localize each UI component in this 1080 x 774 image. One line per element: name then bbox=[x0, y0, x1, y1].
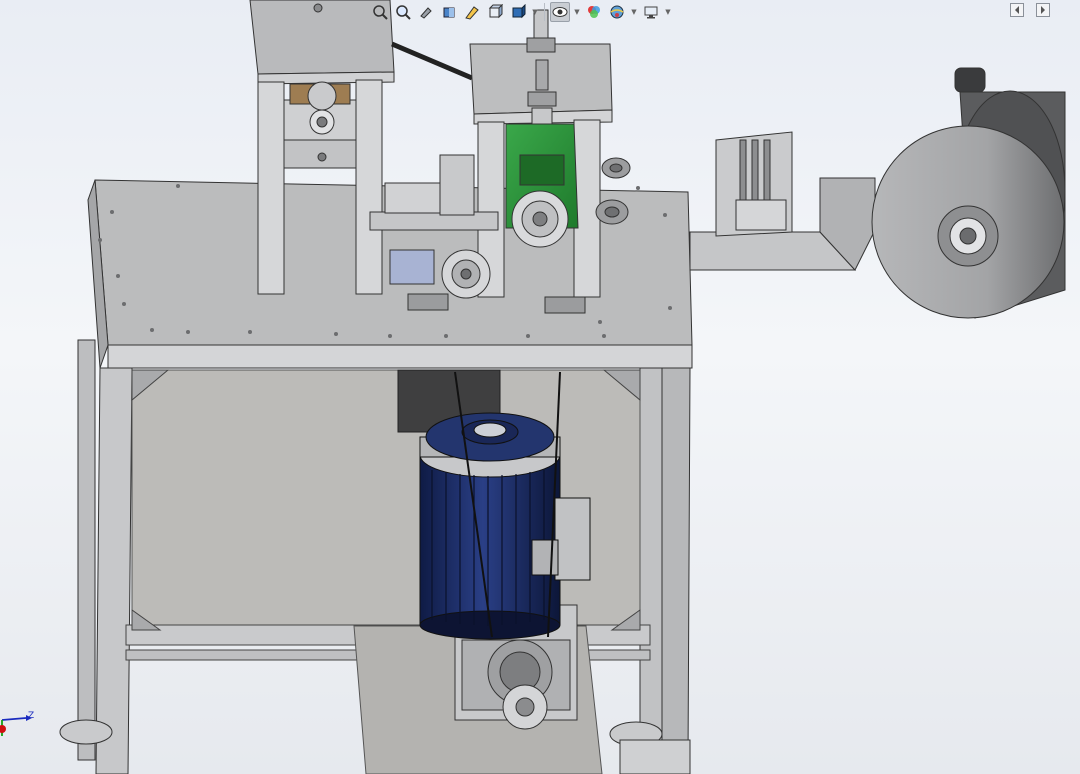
upper-link-belt bbox=[391, 41, 473, 81]
view-settings-icon[interactable] bbox=[641, 2, 661, 22]
collapse-pane-icon[interactable] bbox=[1010, 3, 1024, 17]
heads-up-view-toolbar: ▼ ▼ ▼ ▼ bbox=[370, 0, 672, 24]
reference-triad-icon bbox=[0, 715, 32, 736]
graphics-area[interactable]: ▼ ▼ ▼ ▼ Z bbox=[0, 0, 1080, 774]
display-style-dropdown-icon[interactable]: ▼ bbox=[531, 2, 539, 22]
hide-show-items-icon[interactable] bbox=[550, 2, 570, 22]
zoom-to-fit-icon[interactable] bbox=[370, 2, 390, 22]
previous-view-icon[interactable] bbox=[416, 2, 436, 22]
task-pane-controls bbox=[1010, 3, 1050, 17]
dynamic-annotation-icon[interactable] bbox=[462, 2, 482, 22]
outfeed-bracket bbox=[689, 131, 876, 271]
expand-pane-icon[interactable] bbox=[1036, 3, 1050, 17]
toolbar-separator bbox=[544, 3, 545, 21]
apply-scene-dropdown-icon[interactable]: ▼ bbox=[630, 2, 638, 22]
zoom-to-area-icon[interactable] bbox=[393, 2, 413, 22]
triad-axis-label: Z bbox=[28, 711, 35, 721]
apply-scene-icon[interactable] bbox=[607, 2, 627, 22]
assembly-model bbox=[59, 0, 1066, 774]
edit-appearance-icon[interactable] bbox=[584, 2, 604, 22]
display-style-icon[interactable] bbox=[508, 2, 528, 22]
view-orientation-icon[interactable] bbox=[485, 2, 505, 22]
wire-spool bbox=[871, 67, 1066, 319]
section-view-icon[interactable] bbox=[439, 2, 459, 22]
view-settings-dropdown-icon[interactable]: ▼ bbox=[664, 2, 672, 22]
hide-show-dropdown-icon[interactable]: ▼ bbox=[573, 2, 581, 22]
